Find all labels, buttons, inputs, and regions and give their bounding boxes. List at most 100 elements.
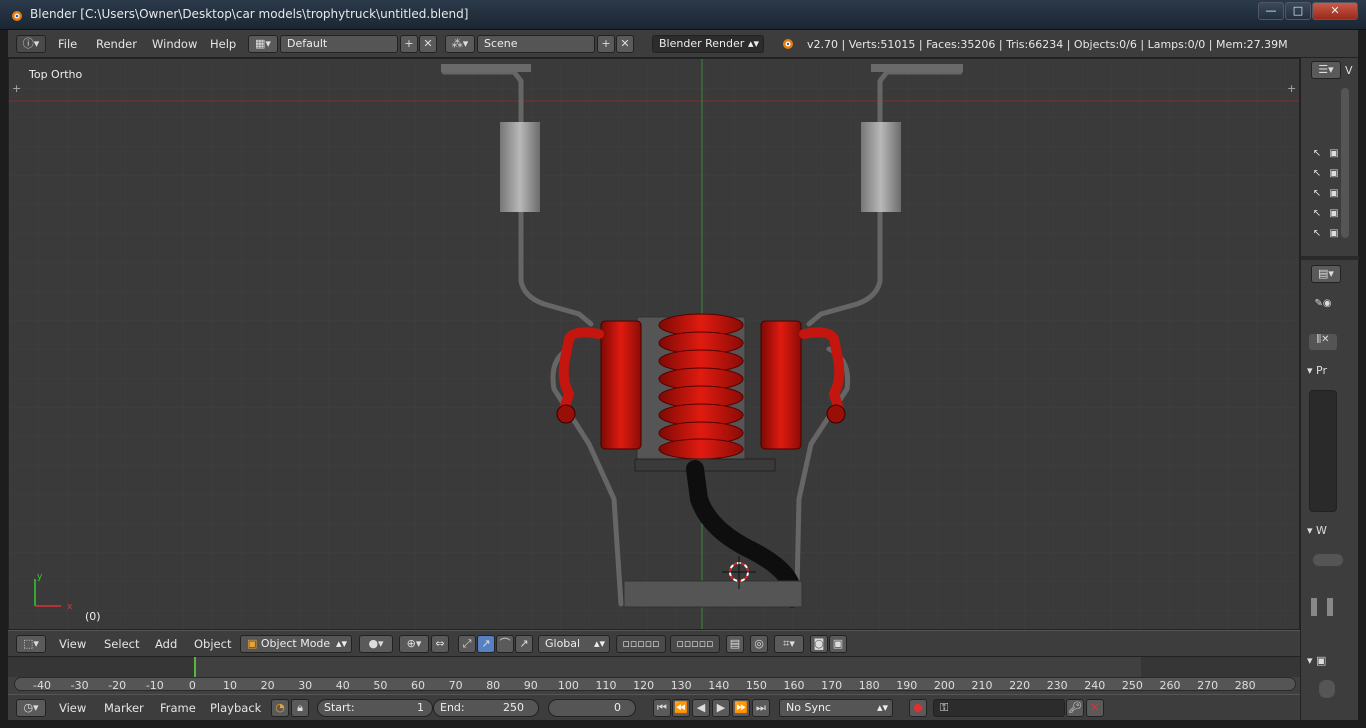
sync-mode-label: No Sync <box>786 701 831 714</box>
menu-timeline-view[interactable]: View <box>59 701 86 715</box>
menu-marker[interactable]: Marker <box>104 701 144 715</box>
panel-collapse-icon[interactable]: ▾ ▣ <box>1307 654 1326 667</box>
pivot-point-button[interactable]: ⊕▾ <box>399 635 429 653</box>
scene-icon[interactable]: ⁂▾ <box>445 35 475 53</box>
toolshelf-toggle-icon[interactable]: + <box>12 82 21 95</box>
add-layout-button[interactable]: + <box>400 35 418 53</box>
render-anim-icon[interactable]: ▣ <box>829 635 847 653</box>
outliner-select-icon-5[interactable]: ↖ <box>1311 228 1323 240</box>
menu-playback[interactable]: Playback <box>210 701 261 715</box>
menu-select[interactable]: Select <box>104 637 139 651</box>
editor-type-3dview-button[interactable]: ⬚▾ <box>16 635 46 653</box>
panel-divider <box>1301 256 1359 260</box>
outliner-render-icon-2[interactable]: ▣ <box>1328 168 1340 180</box>
object-mode-select[interactable]: ▣ Object Mode ▴▾ <box>240 635 352 653</box>
render-engine-select[interactable]: Blender Render ▴▾ <box>652 35 764 53</box>
timeline-tick-label: 160 <box>783 679 805 692</box>
outliner-scrollbar[interactable] <box>1341 88 1349 238</box>
next-keyframe-icon[interactable]: ⏩ <box>732 699 750 717</box>
transform-orientation-select[interactable]: Global ▴▾ <box>538 635 610 653</box>
menu-window[interactable]: Window <box>152 37 197 51</box>
manipulator-extra-icon[interactable]: ↗ <box>515 635 533 653</box>
menu-frame[interactable]: Frame <box>160 701 196 715</box>
close-button[interactable]: ✕ <box>1312 2 1358 20</box>
menu-view[interactable]: View <box>59 637 86 651</box>
3d-viewport[interactable]: x y + + Top Ortho (0) <box>8 58 1300 630</box>
timeline-tick-label: 170 <box>821 679 843 692</box>
outliner-select-icon-1[interactable]: ↖ <box>1311 148 1323 160</box>
window-titlebar: Blender [C:\Users\Owner\Desktop\car mode… <box>0 0 1366 30</box>
delete-keyframe-icon[interactable]: ✕ <box>1086 699 1104 717</box>
outliner-render-icon-1[interactable]: ▣ <box>1328 148 1340 160</box>
preview-range-icon[interactable]: ◔ <box>271 699 289 717</box>
panel-scroll-field[interactable] <box>1319 680 1335 698</box>
minimize-button[interactable]: — <box>1258 2 1284 20</box>
properties-list-box[interactable] <box>1309 390 1337 512</box>
rotate-manipulator-icon[interactable]: ↗ <box>477 635 495 653</box>
outliner-select-icon-4[interactable]: ↖ <box>1311 208 1323 220</box>
outliner-editor-type-button[interactable]: ☰▾ <box>1311 61 1341 79</box>
sync-mode-select[interactable]: No Sync ▴▾ <box>779 699 893 717</box>
editor-type-timeline-button[interactable]: ◷▾ <box>16 699 46 717</box>
outliner-select-icon-3[interactable]: ↖ <box>1311 188 1323 200</box>
timeline[interactable]: -40 -30 -20 -10 0 10 20 30 40 50 60 70 80 90 100 110 120… <box>8 656 1300 694</box>
add-scene-button[interactable]: + <box>597 35 615 53</box>
layers-grid-a[interactable]: ▫▫▫▫▫ <box>616 635 666 653</box>
remove-scene-button[interactable]: ✕ <box>616 35 634 53</box>
orientation-label: Global <box>545 637 581 650</box>
panel-w-field[interactable] <box>1313 554 1343 566</box>
jump-end-icon[interactable]: ⏭ <box>752 699 770 717</box>
lock-time-icon[interactable]: 🔒︎ <box>291 699 309 717</box>
menu-object[interactable]: Object <box>194 637 231 651</box>
outliner-render-icon-4[interactable]: ▣ <box>1328 208 1340 220</box>
translate-manipulator-icon[interactable]: ⤢ <box>458 635 476 653</box>
prev-keyframe-icon[interactable]: ⏪ <box>672 699 690 717</box>
properties-editor-type-button[interactable]: ▤▾ <box>1311 265 1341 283</box>
viewport-shading-button[interactable]: ●▾ <box>359 635 393 653</box>
outliner-render-icon-5[interactable]: ▣ <box>1328 228 1340 240</box>
scene-field[interactable]: Scene <box>477 35 595 53</box>
render-camera-icon[interactable]: ◙ <box>810 635 828 653</box>
proportional-edit-icon[interactable]: ◎ <box>750 635 768 653</box>
timeline-tick-label: 210 <box>971 679 993 692</box>
tools-icon[interactable]: ✎◉ <box>1309 298 1337 310</box>
right-tailpipe <box>871 64 963 72</box>
editor-type-info-button[interactable]: ⓘ▾ <box>16 35 46 53</box>
scale-manipulator-icon[interactable]: ⌒ <box>496 635 514 653</box>
panel-slider-a[interactable] <box>1311 598 1317 616</box>
jump-start-icon[interactable]: ⏮ <box>653 699 671 717</box>
timeline-tick-label: 240 <box>1084 679 1106 692</box>
record-icon[interactable]: ● <box>909 699 927 717</box>
menu-file[interactable]: File <box>58 37 77 51</box>
insert-keyframe-icon[interactable]: 🔑︎ <box>1066 699 1084 717</box>
properties-toggle-icon[interactable]: + <box>1287 82 1296 95</box>
display-toggle-icon[interactable]: ⫼✕ <box>1309 334 1337 350</box>
screen-layout-icon[interactable]: ▦▾ <box>248 35 278 53</box>
screen-layout-field[interactable]: Default <box>280 35 398 53</box>
menu-add[interactable]: Add <box>155 637 177 651</box>
object-mode-label: Object Mode <box>260 637 331 650</box>
play-reverse-icon[interactable]: ◀ <box>692 699 710 717</box>
play-icon[interactable]: ▶ <box>712 699 730 717</box>
outliner-render-icon-3[interactable]: ▣ <box>1328 188 1340 200</box>
timeline-tick-label: 180 <box>858 679 880 692</box>
menu-help[interactable]: Help <box>210 37 236 51</box>
remove-layout-button[interactable]: ✕ <box>419 35 437 53</box>
menu-render[interactable]: Render <box>96 37 137 51</box>
start-frame-field[interactable]: Start: 1 <box>317 699 433 717</box>
manipulator-toggle-icon[interactable]: ⇔ <box>431 635 449 653</box>
keying-set-field[interactable]: ⚿ <box>933 699 1065 717</box>
snap-element-icon[interactable]: ⌗▾ <box>774 635 804 653</box>
panel-pr-text: Pr <box>1316 364 1327 377</box>
panel-slider-b[interactable] <box>1327 598 1333 616</box>
current-frame-field[interactable]: 0 <box>548 699 636 717</box>
outliner-select-icon-2[interactable]: ↖ <box>1311 168 1323 180</box>
info-header: ⓘ▾ File Render Window Help ▦▾ Default + … <box>8 30 1358 58</box>
viewport-canvas[interactable]: x y + + <box>9 59 1300 630</box>
layers-grid-b[interactable]: ▫▫▫▫▫ <box>670 635 720 653</box>
end-frame-field[interactable]: End: 250 <box>433 699 539 717</box>
lock-layers-icon[interactable]: ▤ <box>726 635 744 653</box>
maximize-button[interactable]: □ <box>1285 2 1311 20</box>
timeline-tick-label: 100 <box>557 679 579 692</box>
timeline-tick-label: 40 <box>335 679 350 692</box>
